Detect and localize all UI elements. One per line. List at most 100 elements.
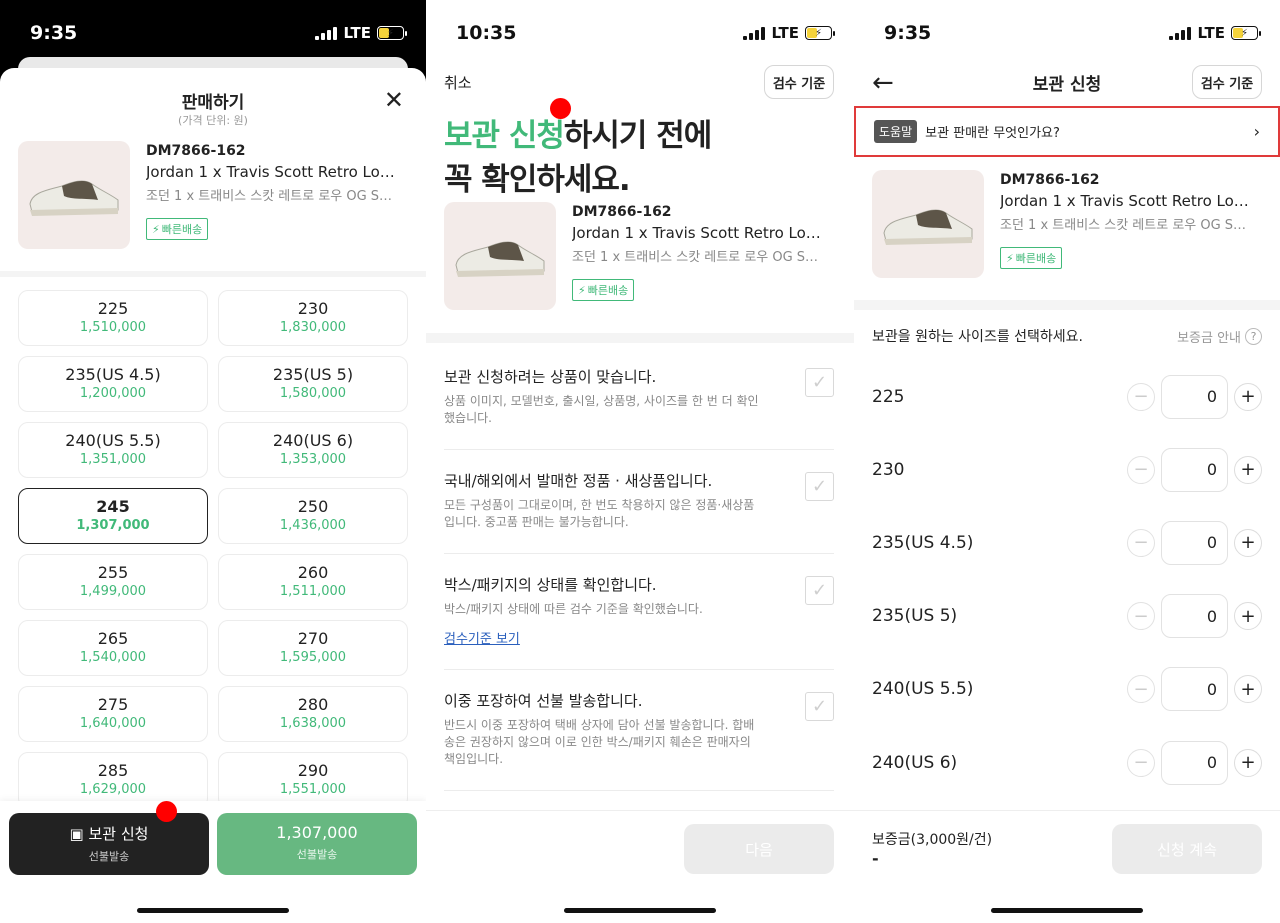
size-label: 260 <box>297 563 329 582</box>
product-card: DM7866-162 Jordan 1 x Travis Scott Retro… <box>872 170 1260 278</box>
quantity-field[interactable]: 0 <box>1161 740 1228 785</box>
quantity-stepper: −0 + <box>1127 667 1262 712</box>
help-tag: 도움말 <box>874 120 918 143</box>
inspection-criteria-button[interactable]: 검수 기준 <box>1192 65 1262 99</box>
close-icon[interactable]: ✕ <box>384 88 404 112</box>
size-option[interactable]: 260 1,511,000 <box>218 554 408 610</box>
network-label: LTE <box>343 24 371 42</box>
checklist-description: 반드시 이중 포장하여 택배 상자에 담아 선불 발송합니다. 합배송은 권장하… <box>444 718 755 766</box>
network-label: LTE <box>1197 24 1225 42</box>
storage-bottom-bar: 보증금(3,000원/건) - 신청 계속 <box>854 810 1280 923</box>
next-button[interactable]: 다음 <box>684 824 834 874</box>
minus-icon[interactable]: − <box>1127 602 1155 631</box>
size-price: 1,580,000 <box>279 386 347 401</box>
status-time: 10:35 <box>456 22 517 44</box>
size-label: 255 <box>97 563 129 582</box>
checklist-title: 보관 신청하려는 상품이 맞습니다. <box>444 368 657 386</box>
signal-icon <box>315 26 338 40</box>
confirm-checklist: 보관 신청하려는 상품이 맞습니다. 상품 이미지, 모델번호, 출시일, 상품명… <box>444 346 834 791</box>
product-card: DM7866-162 Jordan 1 x Travis Scott Retro… <box>444 202 832 310</box>
product-name: Jordan 1 x Travis Scott Retro Low… <box>146 163 406 181</box>
minus-icon[interactable]: − <box>1127 748 1155 777</box>
plus-icon[interactable]: + <box>1234 748 1262 777</box>
deposit-info-link[interactable]: 보증금 안내? <box>1177 327 1262 346</box>
size-price: 1,638,000 <box>279 716 347 731</box>
size-option[interactable]: 225 1,510,000 <box>18 290 208 346</box>
row-size-label: 240(US 6) <box>872 752 958 773</box>
size-price: 1,307,000 <box>76 518 150 533</box>
size-label: 290 <box>297 761 329 780</box>
quantity-field[interactable]: 0 <box>1161 447 1228 492</box>
quantity-field[interactable]: 0 <box>1161 667 1228 712</box>
minus-icon[interactable]: − <box>1127 528 1155 557</box>
continue-button[interactable]: 신청 계속 <box>1112 824 1262 874</box>
checklist-description: 박스/패키지 상태에 따른 검수 기준을 확인했습니다. <box>444 602 703 616</box>
plus-icon[interactable]: + <box>1234 528 1262 557</box>
checkbox[interactable]: ✓ <box>805 368 834 397</box>
checkbox[interactable]: ✓ <box>805 472 834 501</box>
size-option[interactable]: 230 1,830,000 <box>218 290 408 346</box>
size-price-grid: 225 1,510,000 230 1,830,000 235(US 4.5) 1,200… <box>18 290 408 808</box>
size-price: 1,436,000 <box>279 518 347 533</box>
size-option[interactable]: 240(US 6) 1,353,000 <box>218 422 408 478</box>
product-name: Jordan 1 x Travis Scott Retro Low… <box>572 224 832 242</box>
quantity-field[interactable]: 0 <box>1161 594 1228 639</box>
size-price: 1,640,000 <box>79 716 147 731</box>
plus-icon[interactable]: + <box>1234 455 1262 484</box>
size-option[interactable]: 265 1,540,000 <box>18 620 208 676</box>
size-label: 240(US 5.5) <box>65 431 161 450</box>
checklist-description: 모든 구성품이 그대로이며, 한 번도 착용하지 않은 정품·새상품입니다. 중… <box>444 498 755 529</box>
check-icon: ✓ <box>811 372 828 393</box>
size-prompt: 보관을 원하는 사이즈를 선택하세요. <box>872 329 1083 345</box>
product-code: DM7866-162 <box>146 143 246 159</box>
size-option[interactable]: 275 1,640,000 <box>18 686 208 742</box>
quantity-field[interactable]: 0 <box>1161 520 1228 565</box>
checklist-item: 박스/패키지의 상태를 확인합니다. 박스/패키지 상태에 따른 검수 기준을 확… <box>444 554 834 670</box>
plus-icon[interactable]: + <box>1234 675 1262 704</box>
minus-icon[interactable]: − <box>1127 455 1155 484</box>
size-option[interactable]: 235(US 5) 1,580,000 <box>218 356 408 412</box>
product-image <box>444 202 556 310</box>
storage-apply-button[interactable]: ▣ 보관 신청 선불발송 <box>9 813 209 875</box>
deposit-value: - <box>872 849 879 868</box>
status-time: 9:35 <box>30 22 78 44</box>
checkbox[interactable]: ✓ <box>805 576 834 605</box>
product-korean-name: 조던 1 x 트래비스 스캇 레트로 로우 OG S… <box>1000 218 1247 233</box>
minus-icon[interactable]: − <box>1127 382 1155 411</box>
size-price: 1,353,000 <box>279 452 347 467</box>
plus-icon[interactable]: + <box>1234 382 1262 411</box>
size-option[interactable]: 280 1,638,000 <box>218 686 408 742</box>
network-label: LTE <box>771 24 799 42</box>
size-option[interactable]: 255 1,499,000 <box>18 554 208 610</box>
size-option[interactable]: 245 1,307,000 <box>18 488 208 544</box>
size-option[interactable]: 290 1,551,000 <box>218 752 408 808</box>
help-text: 보관 판매란 무엇인가요? <box>925 126 1060 141</box>
status-time: 9:35 <box>884 22 932 44</box>
size-option[interactable]: 270 1,595,000 <box>218 620 408 676</box>
row-size-label: 230 <box>872 459 905 480</box>
minus-icon[interactable]: − <box>1127 675 1155 704</box>
battery-icon: ⚡ <box>805 26 835 40</box>
sheet-title: 판매하기 <box>181 93 245 113</box>
size-option[interactable]: 285 1,629,000 <box>18 752 208 808</box>
help-banner[interactable]: 도움말 보관 판매란 무엇인가요? › <box>854 106 1280 157</box>
size-price: 1,511,000 <box>279 584 347 599</box>
checkbox[interactable]: ✓ <box>805 692 834 721</box>
quantity-field[interactable]: 0 <box>1161 374 1228 419</box>
plus-icon[interactable]: + <box>1234 602 1262 631</box>
battery-icon: ⚡ <box>377 26 407 40</box>
size-option[interactable]: 240(US 5.5) 1,351,000 <box>18 422 208 478</box>
size-price: 1,595,000 <box>279 650 347 665</box>
inspection-criteria-link[interactable]: 검수기준 보기 <box>444 628 520 647</box>
sell-now-button[interactable]: 1,307,000 선불발송 <box>217 813 417 875</box>
size-label: 285 <box>97 761 129 780</box>
cancel-button[interactable]: 취소 <box>444 72 472 93</box>
product-card: DM7866-162 Jordan 1 x Travis Scott Retro… <box>18 141 406 249</box>
size-label: 280 <box>297 695 329 714</box>
size-option[interactable]: 250 1,436,000 <box>218 488 408 544</box>
size-price: 1,499,000 <box>79 584 147 599</box>
checklist-title: 국내/해외에서 발매한 정품 · 새상품입니다. <box>444 472 713 490</box>
price-unit-note: (가격 단위: 원) <box>178 114 248 127</box>
size-option[interactable]: 235(US 4.5) 1,200,000 <box>18 356 208 412</box>
inspection-criteria-button[interactable]: 검수 기준 <box>764 65 834 99</box>
